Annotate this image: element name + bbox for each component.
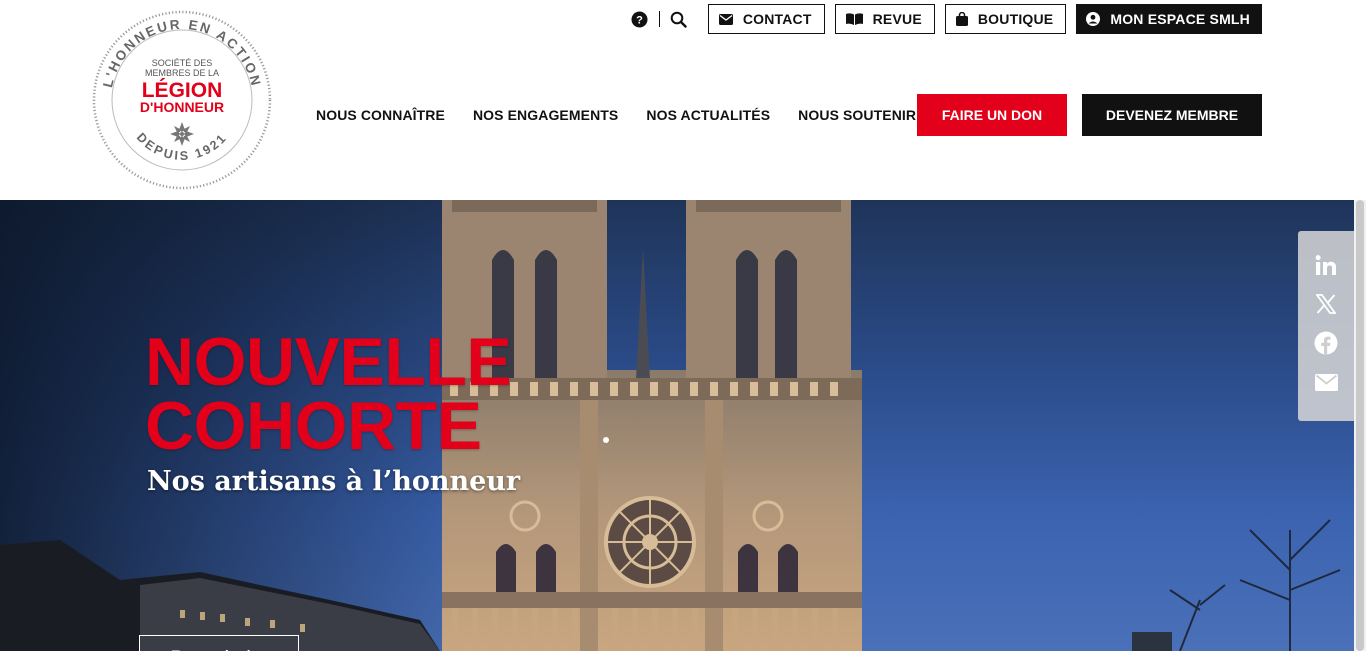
logo-line2: MEMBRES DE LA: [145, 68, 219, 78]
mon-espace-label: MON ESPACE SMLH: [1110, 11, 1250, 27]
hero-title-line1: NOUVELLE: [145, 324, 512, 400]
mon-espace-button[interactable]: MON ESPACE SMLH: [1076, 4, 1262, 34]
devenez-membre-button[interactable]: DEVENEZ MEMBRE: [1082, 94, 1262, 136]
hero-cta-button[interactable]: En savoir plus: [139, 635, 299, 651]
page-scrollbar[interactable]: [1354, 200, 1366, 651]
smlh-logo[interactable]: L'HONNEUR EN ACTION DEPUIS 1921 SOCIÉTÉ …: [91, 9, 273, 191]
logo-line1: SOCIÉTÉ DES: [152, 58, 213, 68]
nav-item-nos-engagements[interactable]: NOS ENGAGEMENTS: [473, 107, 618, 123]
nav-item-nous-connaitre[interactable]: NOUS CONNAÎTRE: [316, 107, 445, 123]
revue-button[interactable]: REVUE: [834, 4, 935, 34]
boutique-button[interactable]: BOUTIQUE: [944, 4, 1067, 34]
logo-line4: D'HONNEUR: [140, 99, 224, 115]
hero-title-line2: COHORTE: [145, 388, 482, 464]
hero-subtitle: Nos artisans à l’honneur: [147, 466, 521, 497]
revue-label: REVUE: [872, 11, 922, 27]
facebook-icon[interactable]: [1314, 331, 1338, 355]
boutique-label: BOUTIQUE: [977, 11, 1054, 27]
contact-button[interactable]: CONTACT: [707, 4, 825, 34]
legion-star-icon: [170, 122, 194, 146]
nav-item-nos-actualites[interactable]: NOS ACTUALITÉS: [646, 107, 770, 123]
question-circle-icon[interactable]: ?: [629, 8, 651, 30]
site-header: L'HONNEUR EN ACTION DEPUIS 1921 SOCIÉTÉ …: [0, 0, 1366, 200]
faire-un-don-button[interactable]: FAIRE UN DON: [917, 94, 1067, 136]
search-icon[interactable]: [668, 8, 690, 30]
book-open-icon: [845, 13, 863, 25]
envelope-icon: [718, 13, 733, 25]
share-sidebar: [1298, 231, 1354, 421]
contact-label: CONTACT: [742, 11, 812, 27]
svg-text:?: ?: [636, 14, 643, 26]
email-icon[interactable]: [1314, 370, 1338, 394]
utility-divider: [658, 11, 660, 27]
user-circle-icon: [1086, 12, 1101, 26]
main-nav: NOUS CONNAÎTRE NOS ENGAGEMENTS NOS ACTUA…: [316, 94, 934, 136]
x-icon[interactable]: [1314, 292, 1338, 316]
utility-bar: ? CONTACT REVUE BOUTIQUE MON ESPACE SMLH: [629, 4, 1262, 34]
nav-item-nous-soutenir[interactable]: NOUS SOUTENIR: [798, 107, 916, 123]
shopping-bag-icon: [955, 12, 968, 26]
linkedin-icon[interactable]: [1314, 253, 1338, 277]
scrollbar-thumb[interactable]: [1356, 200, 1364, 651]
hero-title: NOUVELLE COHORTE: [145, 324, 512, 464]
hero-banner: NOUVELLE COHORTE Nos artisans à l’honneu…: [0, 200, 1354, 651]
